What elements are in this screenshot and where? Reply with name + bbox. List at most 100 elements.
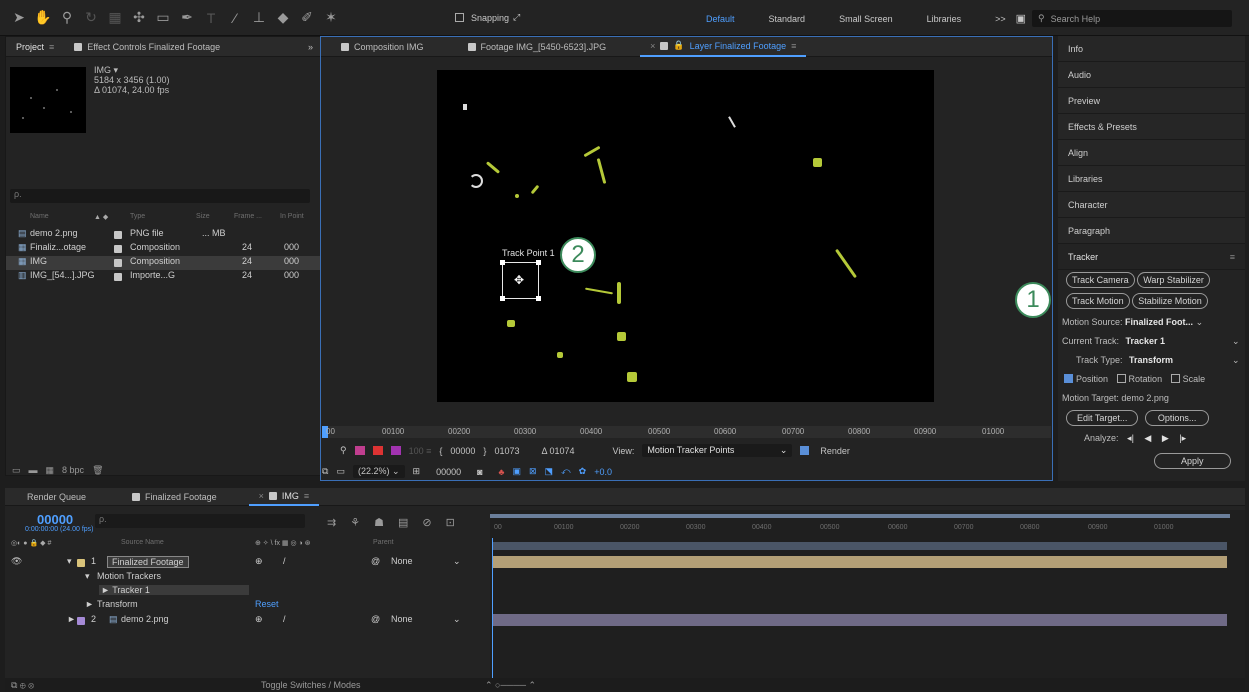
col-size[interactable]: Size bbox=[196, 213, 210, 220]
analyze-backward-icon[interactable]: ◂| bbox=[1127, 433, 1134, 443]
layer-row-2[interactable]: ► 2 ▤ demo 2.png ⊕ / @ None ⌄ bbox=[5, 614, 490, 628]
tab-footage[interactable]: Footage IMG_[5450-6523].JPG bbox=[458, 42, 617, 52]
track-motion-button[interactable]: Track Motion bbox=[1066, 293, 1130, 309]
selection-tool-icon[interactable]: ➤ bbox=[8, 9, 30, 26]
brush-tool-icon[interactable]: ⁄ bbox=[224, 10, 246, 26]
motion-blur-icon[interactable]: ⊘ bbox=[422, 516, 431, 529]
tab-finalized-footage[interactable]: Finalized Footage bbox=[122, 492, 227, 502]
view-dropdown[interactable]: Motion Tracker Points ⌄ bbox=[642, 444, 793, 457]
timeline-search-input[interactable]: ρ. bbox=[95, 514, 305, 528]
collapse-switch-icon[interactable]: ⊕ bbox=[255, 556, 263, 567]
position-checkbox[interactable] bbox=[1064, 374, 1073, 383]
out-time[interactable]: 01073 bbox=[494, 446, 519, 456]
project-row[interactable]: ▦ Finaliz...otage Composition 24 000 bbox=[6, 242, 321, 256]
resolution-icon[interactable]: ⊠ bbox=[529, 466, 537, 477]
expand-icon[interactable]: ▾ bbox=[67, 556, 72, 567]
zoom-slider-icon[interactable]: ⌃ ○──── ⌃ bbox=[485, 680, 536, 691]
handle[interactable] bbox=[536, 296, 541, 301]
quality-switch-icon[interactable]: / bbox=[283, 614, 286, 624]
col-source-name[interactable]: Source Name bbox=[121, 539, 164, 546]
frame-blending-icon[interactable]: ▤ bbox=[398, 516, 408, 529]
tab-layer-finalized[interactable]: × 🔒 Layer Finalized Footage ≡ bbox=[640, 37, 807, 57]
close-icon[interactable]: × bbox=[259, 491, 264, 501]
project-item-name[interactable]: IMG ▾ bbox=[94, 65, 170, 75]
panel-effects-presets[interactable]: Effects & Presets bbox=[1058, 114, 1245, 140]
track-type-dropdown[interactable]: Transform bbox=[1129, 355, 1173, 365]
project-row[interactable]: ▦ IMG Composition 24 000 bbox=[6, 256, 321, 270]
collapse-icon[interactable]: ► bbox=[85, 599, 94, 609]
panel-paragraph[interactable]: Paragraph bbox=[1058, 218, 1245, 244]
zoom-tool-icon[interactable]: ⚲ bbox=[56, 9, 78, 26]
snapping-checkbox[interactable] bbox=[455, 13, 464, 22]
panel-character[interactable]: Character bbox=[1058, 192, 1245, 218]
snapshot-icon[interactable]: ◙ bbox=[477, 467, 482, 477]
track-point-attach-icon[interactable]: ✥ bbox=[514, 273, 524, 287]
layer-row-1[interactable]: 👁 ▾ 1 Finalized Footage ⊕ / @ None ⌄ bbox=[5, 556, 490, 570]
layer-name[interactable]: Finalized Footage bbox=[107, 556, 189, 568]
timecode-display[interactable]: 00000 bbox=[37, 512, 73, 527]
layer-name[interactable]: demo 2.png bbox=[121, 614, 169, 624]
roto-brush-tool-icon[interactable]: ✐ bbox=[296, 9, 318, 26]
pan-behind-tool-icon[interactable]: ✣ bbox=[128, 9, 150, 26]
channels-icon[interactable]: ♣ bbox=[499, 467, 505, 477]
col-parent[interactable]: Parent bbox=[373, 539, 394, 546]
trash-icon[interactable]: 🗑 bbox=[92, 465, 103, 476]
analyze-forward-icon[interactable]: ▶ bbox=[1162, 433, 1169, 443]
current-time[interactable]: 00000 bbox=[436, 467, 461, 477]
scale-checkbox[interactable] bbox=[1170, 374, 1180, 383]
render-checkbox[interactable] bbox=[800, 446, 810, 455]
tracker-1-row[interactable]: ► Tracker 1 bbox=[5, 585, 490, 599]
sync-settings-icon[interactable]: ▣ bbox=[1016, 12, 1026, 25]
menu-icon[interactable]: ≡ bbox=[49, 42, 54, 52]
search-help-input[interactable]: ⚲ Search Help bbox=[1032, 10, 1232, 27]
label-purple-icon[interactable] bbox=[390, 446, 401, 455]
tab-img[interactable]: × IMG ≡ bbox=[248, 488, 320, 506]
col-type[interactable]: Type bbox=[130, 213, 145, 220]
eraser-tool-icon[interactable]: ◆ bbox=[272, 9, 294, 26]
handle[interactable] bbox=[500, 296, 505, 301]
bpc-toggle[interactable]: 8 bpc bbox=[62, 465, 84, 475]
label-swatch[interactable] bbox=[77, 617, 85, 625]
pen-tool-icon[interactable]: ✒ bbox=[176, 9, 198, 26]
hand-tool-icon[interactable]: ✋ bbox=[32, 9, 54, 26]
toggle-switches-modes[interactable]: Toggle Switches / Modes bbox=[261, 680, 361, 690]
transparency-grid-icon[interactable]: ▣ bbox=[512, 466, 521, 477]
label-red-icon[interactable] bbox=[372, 446, 383, 455]
sort-icon[interactable]: ▲ ◆ bbox=[94, 213, 108, 221]
region-of-interest-icon[interactable]: ▭ bbox=[336, 466, 345, 477]
snapping-control[interactable]: Snapping ⤢ bbox=[455, 12, 520, 23]
zoom-dropdown[interactable]: (22.2%) ⌄ bbox=[352, 465, 405, 478]
reset-exposure-icon[interactable]: ⤺ bbox=[561, 466, 571, 477]
close-icon[interactable]: × bbox=[650, 41, 655, 51]
expand-icon[interactable]: ▾ bbox=[85, 571, 90, 582]
timeline-ruler[interactable]: 00 00100 00200 00300 00400 00500 00600 0… bbox=[490, 510, 1245, 538]
new-composition-icon[interactable]: ▦ bbox=[46, 465, 55, 476]
stabilize-motion-button[interactable]: Stabilize Motion bbox=[1132, 293, 1208, 309]
menu-icon[interactable]: ≡ bbox=[1230, 252, 1235, 262]
apply-button[interactable]: Apply bbox=[1154, 453, 1231, 469]
panel-preview[interactable]: Preview bbox=[1058, 88, 1245, 114]
rotation-tool-icon[interactable]: ↻ bbox=[80, 9, 102, 26]
tab-render-queue[interactable]: Render Queue bbox=[5, 492, 96, 502]
collapse-icon[interactable]: ► bbox=[67, 614, 76, 624]
shy-layers-icon[interactable]: ☗ bbox=[374, 516, 384, 529]
edit-target-button[interactable]: Edit Target... bbox=[1066, 410, 1139, 426]
project-row[interactable]: ▤ demo 2.png PNG file ... MB bbox=[6, 228, 321, 242]
clone-stamp-tool-icon[interactable]: ⊥ bbox=[248, 9, 270, 26]
exposure-value[interactable]: +0.0 bbox=[594, 467, 612, 477]
motion-source-dropdown[interactable]: Finalized Foot... bbox=[1125, 317, 1193, 327]
footage-canvas[interactable]: Track Point 1 ✥ bbox=[437, 70, 934, 402]
panel-audio[interactable]: Audio bbox=[1058, 62, 1245, 88]
workspace-small-screen[interactable]: Small Screen bbox=[839, 14, 893, 24]
reset-link[interactable]: Reset bbox=[255, 599, 279, 609]
type-tool-icon[interactable]: T bbox=[200, 10, 222, 26]
rectangle-tool-icon[interactable]: ▭ bbox=[152, 9, 174, 26]
camera-tool-icon[interactable]: ▦ bbox=[104, 9, 126, 26]
quality-switch-icon[interactable]: / bbox=[283, 556, 286, 566]
workspace-libraries[interactable]: Libraries bbox=[927, 14, 962, 24]
menu-icon[interactable]: ≡ bbox=[791, 41, 796, 51]
layer-1-bar[interactable] bbox=[493, 556, 1227, 568]
motion-trackers-row[interactable]: ▾ Motion Trackers bbox=[5, 571, 490, 585]
parent-dropdown[interactable]: None bbox=[391, 556, 413, 566]
fit-icon[interactable]: ⊞ bbox=[413, 466, 421, 477]
